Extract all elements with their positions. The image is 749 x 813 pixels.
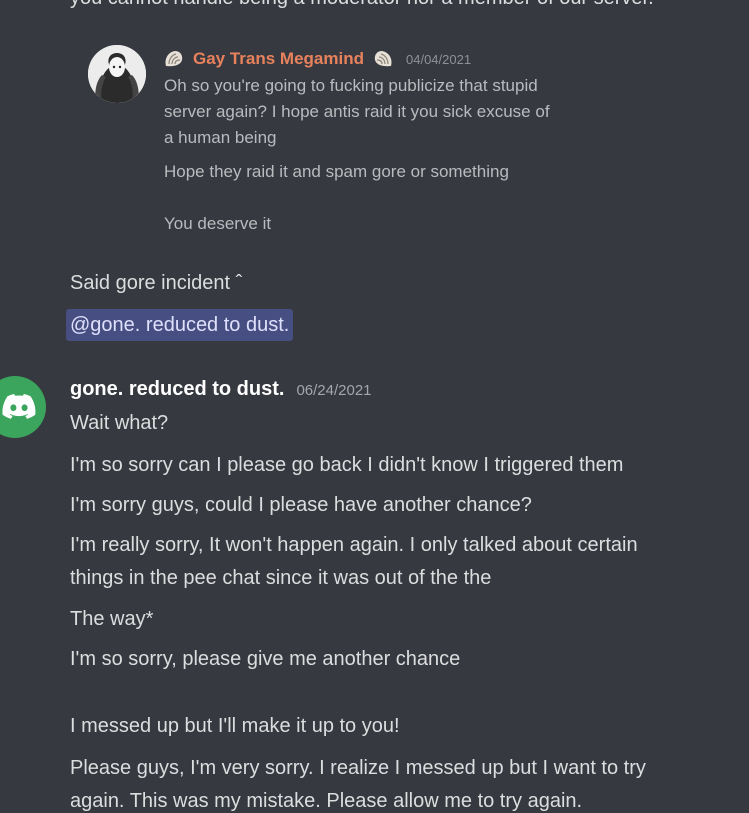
message-line: I'm so sorry can I please go back I didn… bbox=[70, 454, 624, 476]
quote-line: Hope they raid it and spam gore or somet… bbox=[164, 162, 509, 181]
quote-avatar[interactable] bbox=[88, 45, 146, 103]
quote-author[interactable]: Gay Trans Megamind bbox=[193, 49, 364, 69]
message-line: The way* bbox=[70, 608, 154, 630]
quote-line: a human being bbox=[164, 128, 277, 147]
quote-timestamp: 04/04/2021 bbox=[406, 51, 472, 67]
message-line: I'm sorry guys, could I please have anot… bbox=[70, 494, 532, 516]
message-author[interactable]: gone. reduced to dust. bbox=[70, 378, 284, 401]
message-line: I messed up but I'll make it up to you! bbox=[70, 715, 400, 737]
message-line: Wait what? bbox=[70, 412, 169, 434]
seashell-icon bbox=[372, 49, 394, 69]
quote-line: server again? I hope antis raid it you s… bbox=[164, 102, 550, 121]
quote-line: You deserve it bbox=[164, 214, 272, 233]
message-timestamp: 06/24/2021 bbox=[296, 382, 372, 399]
message-line: I'm really sorry, It won't happen again.… bbox=[70, 534, 638, 556]
quote-line: Oh so you're going to fucking publicize … bbox=[164, 76, 538, 95]
quote-header: Gay Trans Megamind 04/04/2021 bbox=[163, 47, 471, 71]
discord-logo-icon[interactable] bbox=[0, 376, 46, 438]
message-line: Please guys, I'm very sorry. I realize I… bbox=[70, 757, 646, 779]
message-line: again. This was my mistake. Please allow… bbox=[70, 790, 583, 812]
seashell-icon bbox=[163, 49, 185, 69]
message-line: things in the pee chat since it was out … bbox=[70, 567, 492, 589]
message-line: I'm so sorry, please give me another cha… bbox=[70, 648, 461, 670]
user-mention[interactable]: @gone. reduced to dust. bbox=[66, 309, 294, 341]
previous-message-text: you cannot handle being a moderator nor … bbox=[70, 0, 654, 10]
message-header: gone. reduced to dust. 06/24/2021 bbox=[70, 378, 372, 401]
followup-text: Said gore incident ˆ bbox=[70, 272, 243, 294]
